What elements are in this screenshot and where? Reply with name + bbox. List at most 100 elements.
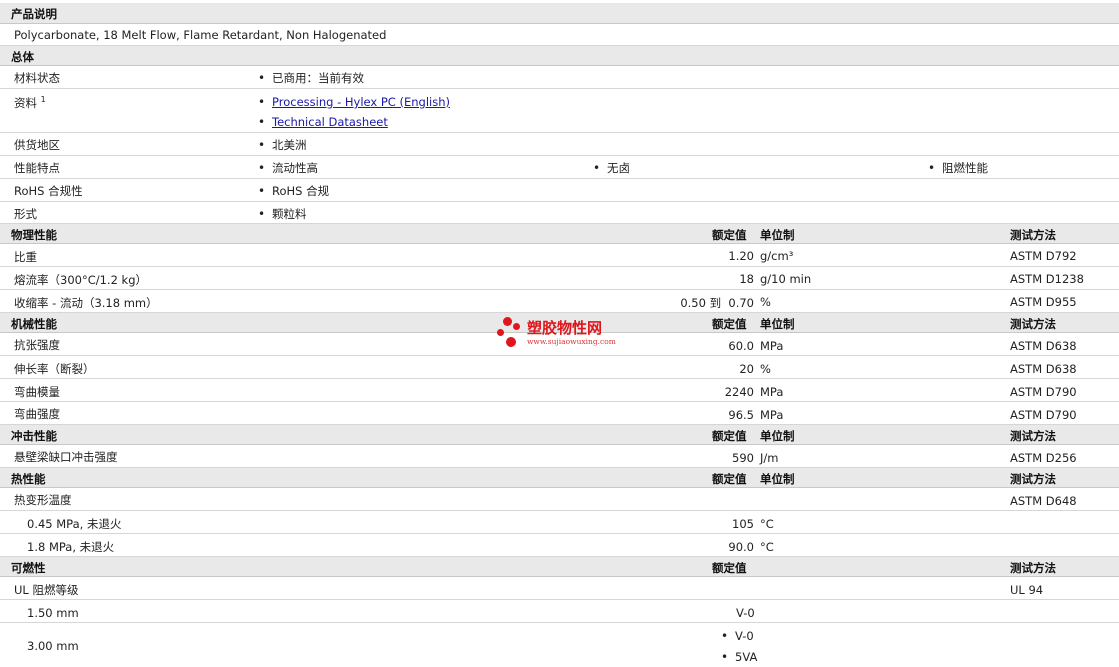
section-header-general: 总体 (0, 46, 1119, 66)
test-method: ASTM D790 (1010, 408, 1077, 422)
property-label: 收缩率 - 流动（3.18 mm） (14, 296, 158, 310)
property-label: 3.00 mm (27, 639, 79, 653)
test-method: ASTM D638 (1010, 339, 1077, 353)
table-row: 弯曲模量 2240 MPa ASTM D790 (0, 379, 1119, 402)
test-method: ASTM D955 (1010, 295, 1077, 309)
property-value: V-0 (721, 629, 754, 643)
property-unit: MPa (760, 385, 784, 399)
section-title: 总体 (11, 50, 34, 64)
footnote-marker: 1 (40, 95, 46, 105)
section-header-physical: 物理性能 额定值 单位制 测试方法 (0, 224, 1119, 244)
logo-dot (503, 317, 512, 326)
property-value: 105 (732, 517, 754, 531)
table-row: 3.00 mm V-0 5VA (0, 623, 1119, 667)
table-row: 悬壁梁缺口冲击强度 590 J/m ASTM D256 (0, 445, 1119, 468)
table-row: 比重 1.20 g/cm³ ASTM D792 (0, 244, 1119, 267)
doc-link-item: Technical Datasheet (258, 115, 388, 129)
rohs-row: RoHS 合规性 RoHS 合规 (0, 179, 1119, 202)
table-row: 1.8 MPa, 未退火 90.0 °C (0, 534, 1119, 557)
table-row: 伸长率（断裂） 20 % ASTM D638 (0, 356, 1119, 379)
property-value: 590 (732, 451, 754, 465)
col-nominal: 额定值 (712, 228, 747, 242)
table-row: UL 阻燃等级 UL 94 (0, 577, 1119, 600)
col-unit: 单位制 (760, 472, 795, 486)
test-method: ASTM D638 (1010, 362, 1077, 376)
table-row: 弯曲强度 96.5 MPa ASTM D790 (0, 402, 1119, 425)
material-status-row: 材料状态 已商用：当前有效 (0, 66, 1119, 89)
col-method: 测试方法 (1010, 228, 1056, 242)
property-value: 北美洲 (258, 137, 307, 153)
property-unit: J/m (760, 451, 779, 465)
property-unit: g/cm³ (760, 249, 794, 263)
section-header-thermal: 热性能 额定值 单位制 测试方法 (0, 468, 1119, 488)
property-value: 0.50 到 0.70 (680, 296, 754, 310)
product-description-row: Polycarbonate, 18 Melt Flow, Flame Retar… (0, 24, 1119, 46)
col-unit: 单位制 (760, 228, 795, 242)
property-label: 资料 1 (14, 95, 46, 110)
property-label: 材料状态 (14, 71, 60, 85)
availability-row: 供货地区 北美洲 (0, 133, 1119, 156)
property-label: 比重 (14, 250, 37, 264)
property-value: V-0 (736, 606, 755, 620)
section-title: 机械性能 (11, 317, 57, 331)
col-unit: 单位制 (760, 429, 795, 443)
col-method: 测试方法 (1010, 429, 1056, 443)
table-row: 0.45 MPa, 未退火 105 °C (0, 511, 1119, 534)
property-label: 抗张强度 (14, 338, 60, 352)
section-header-flammability: 可燃性 额定值 测试方法 (0, 557, 1119, 577)
section-title: 物理性能 (11, 228, 57, 242)
section-title: 可燃性 (11, 561, 46, 575)
property-value: 1.20 (728, 249, 754, 263)
table-row: 热变形温度 ASTM D648 (0, 488, 1119, 511)
property-label: 弯曲模量 (14, 385, 60, 399)
section-header-product: 产品说明 (0, 3, 1119, 24)
property-value: 2240 (724, 385, 754, 399)
property-label: 形式 (14, 207, 37, 221)
logo-dot (513, 323, 520, 330)
property-value: 20 (739, 362, 754, 376)
section-title: 冲击性能 (11, 429, 57, 443)
test-method: ASTM D790 (1010, 385, 1077, 399)
col-nominal: 额定值 (712, 472, 747, 486)
property-label: 熔流率（300°C/1.2 kg） (14, 273, 148, 287)
col-unit: 单位制 (760, 317, 795, 331)
property-value: 90.0 (728, 540, 754, 554)
property-label: RoHS 合规性 (14, 184, 83, 198)
property-value: 18 (739, 272, 754, 286)
property-unit: g/10 min (760, 272, 812, 286)
property-unit: % (760, 362, 771, 376)
property-label: UL 阻燃等级 (14, 583, 79, 597)
property-value: RoHS 合规 (258, 183, 329, 199)
col-nominal: 额定值 (712, 317, 747, 331)
property-unit: MPa (760, 408, 784, 422)
table-row: 熔流率（300°C/1.2 kg） 18 g/10 min ASTM D1238 (0, 267, 1119, 290)
technical-datasheet-link[interactable]: Technical Datasheet (272, 115, 388, 129)
test-method: ASTM D648 (1010, 494, 1077, 508)
form-row: 形式 颗粒料 (0, 202, 1119, 224)
doc-link-item: Processing - Hylex PC (English) (258, 95, 450, 109)
table-row: 1.50 mm V-0 (0, 600, 1119, 623)
col-nominal: 额定值 (712, 429, 747, 443)
feature-item: 流动性高 (258, 160, 318, 176)
property-label: 热变形温度 (14, 493, 72, 507)
property-value: 5VA (721, 650, 757, 664)
property-value: 颗粒料 (258, 206, 307, 222)
property-value: 60.0 (728, 339, 754, 353)
property-label: 供货地区 (14, 138, 60, 152)
table-row: 收缩率 - 流动（3.18 mm） 0.50 到 0.70 % ASTM D95… (0, 290, 1119, 313)
property-unit: °C (760, 517, 774, 531)
property-label: 性能特点 (14, 161, 60, 175)
col-method: 测试方法 (1010, 472, 1056, 486)
test-method: ASTM D792 (1010, 249, 1077, 263)
section-header-impact: 冲击性能 额定值 单位制 测试方法 (0, 425, 1119, 445)
property-label: 1.50 mm (27, 606, 79, 620)
documents-row: 资料 1 Processing - Hylex PC (English) Tec… (0, 89, 1119, 133)
property-unit: °C (760, 540, 774, 554)
processing-doc-link[interactable]: Processing - Hylex PC (English) (272, 95, 450, 109)
watermark-logo: 塑胶物性网 www.sujiaowuxing.com (497, 315, 637, 355)
test-method: ASTM D256 (1010, 451, 1077, 465)
features-row: 性能特点 流动性高 无卤 阻燃性能 (0, 156, 1119, 179)
property-value: 已商用：当前有效 (258, 70, 364, 86)
property-label: 1.8 MPa, 未退火 (27, 540, 115, 554)
col-method: 测试方法 (1010, 561, 1056, 575)
